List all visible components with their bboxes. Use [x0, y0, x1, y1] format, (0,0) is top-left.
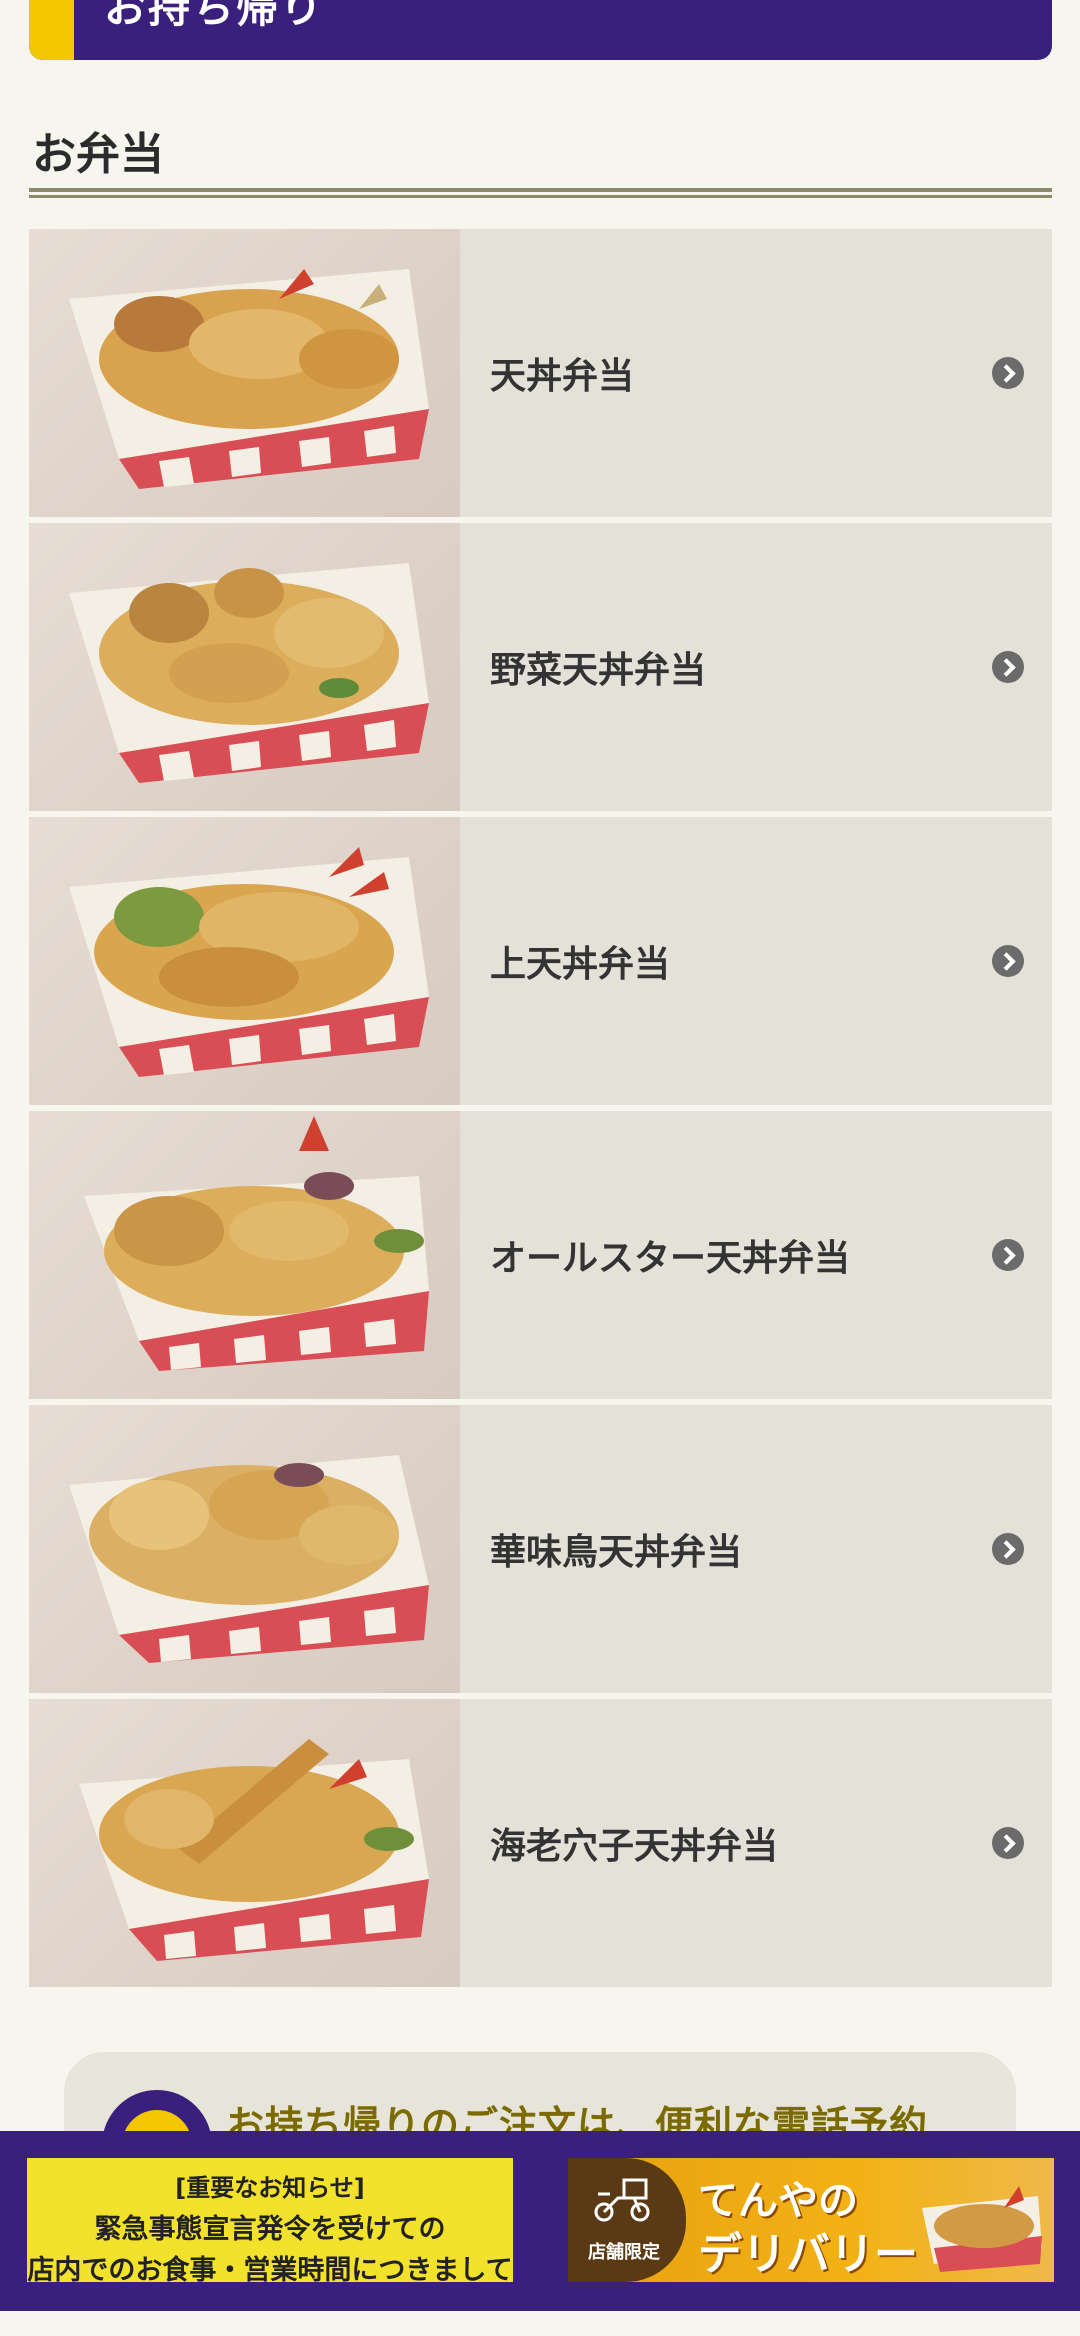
notice-heading: [重要なお知らせ]: [175, 2174, 365, 2202]
menu-item-ebi-anago-tendon-bento[interactable]: 海老穴子天丼弁当: [29, 1699, 1052, 1987]
menu-item-photo: [29, 1699, 460, 1987]
notice-line: 緊急事態宣言発令を受けての: [94, 2214, 446, 2245]
chevron-right-icon: [992, 1827, 1024, 1859]
menu-item-label: 天丼弁当: [490, 356, 635, 397]
takeout-header: お持ち帰り: [29, 0, 1052, 60]
heading-rule: [29, 188, 1052, 192]
chevron-right-icon: [992, 1239, 1024, 1271]
delivery-tag: 店舗限定: [588, 2242, 660, 2263]
menu-item-photo: [29, 817, 460, 1105]
header-title: お持ち帰り: [104, 0, 325, 32]
menu-item-vegetable-tendon-bento[interactable]: 野菜天丼弁当: [29, 523, 1052, 811]
section-heading-text: お弁当: [32, 129, 164, 180]
chevron-right-icon: [992, 651, 1024, 683]
menu-item-photo: [29, 523, 460, 811]
menu-item-photo: [29, 1405, 460, 1693]
important-notice-banner[interactable]: [重要なお知らせ] 緊急事態宣言発令を受けての 店内でのお食事・営業時間につきま…: [27, 2158, 513, 2286]
menu-item-label: オールスター天丼弁当: [490, 1238, 851, 1279]
menu-item-tendon-bento[interactable]: 天丼弁当: [29, 229, 1052, 517]
menu-item-label: 上天丼弁当: [490, 944, 671, 985]
delivery-brand-line2: デリバリー: [698, 2229, 918, 2280]
menu-item-label: 華味鳥天丼弁当: [490, 1532, 743, 1573]
menu-item-jo-tendon-bento[interactable]: 上天丼弁当: [29, 817, 1052, 1105]
section-heading: お弁当: [29, 118, 1052, 198]
header-accent: [29, 0, 74, 60]
scooter-icon: [594, 2178, 650, 2222]
menu-item-photo: [29, 229, 460, 517]
menu-item-label: 野菜天丼弁当: [490, 650, 707, 691]
menu-item-photo: [29, 1111, 460, 1399]
menu-item-hanamidori-tendon-bento[interactable]: 華味鳥天丼弁当: [29, 1405, 1052, 1693]
notice-line-2: 店内でのお食事・営業時間につきまして: [27, 2255, 513, 2286]
heading-rule-2: [29, 195, 1052, 198]
delivery-banner[interactable]: 店舗限定 てんやの デリバリー: [568, 2158, 1054, 2282]
bento-menu-list: 天丼弁当 野菜天丼弁当 上天丼弁当 オールスター天丼弁当 華味鳥天丼弁当 海老穴…: [29, 229, 1052, 1993]
bento-photo: [922, 2186, 1042, 2272]
menu-item-allstar-tendon-bento[interactable]: オールスター天丼弁当: [29, 1111, 1052, 1399]
chevron-right-icon: [992, 1533, 1024, 1565]
chevron-right-icon: [992, 357, 1024, 389]
chevron-right-icon: [992, 945, 1024, 977]
footer-banner-bar: [重要なお知らせ] 緊急事態宣言発令を受けての 店内でのお食事・営業時間につきま…: [0, 2131, 1080, 2311]
menu-item-label: 海老穴子天丼弁当: [490, 1826, 779, 1867]
